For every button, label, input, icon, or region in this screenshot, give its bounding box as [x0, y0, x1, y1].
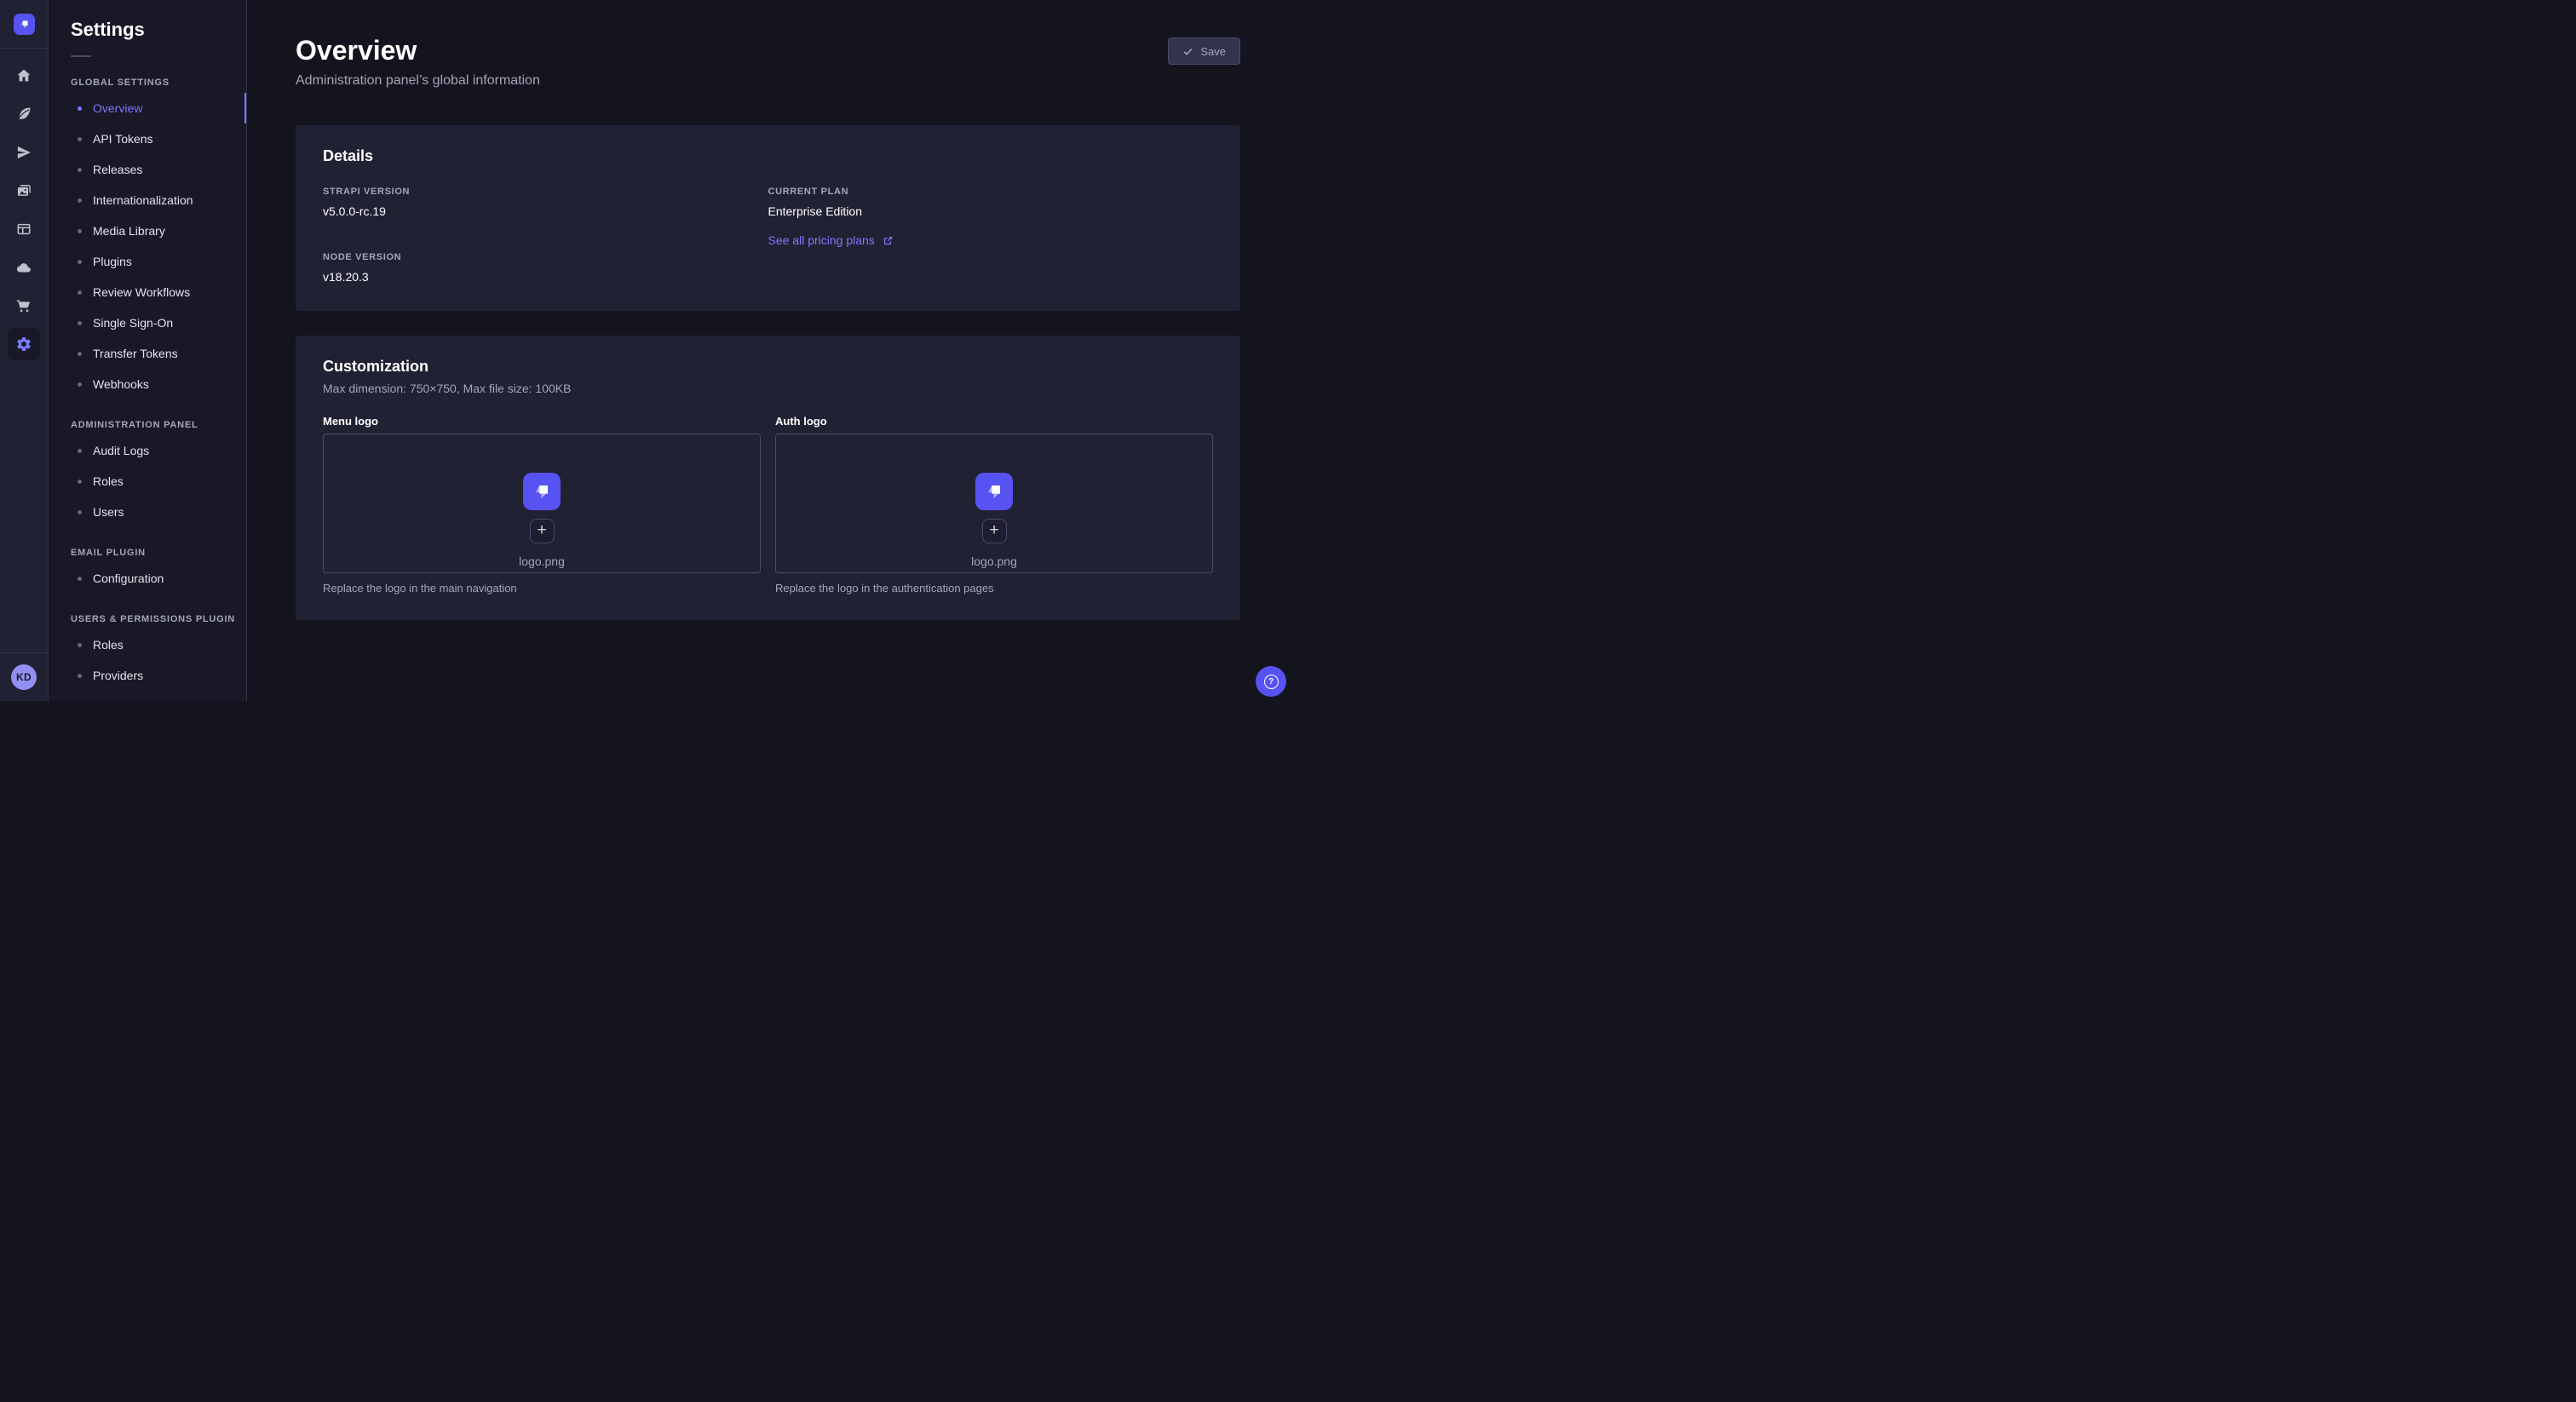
sidebar-item-webhooks[interactable]: Webhooks [49, 369, 246, 399]
sidebar-item-up-roles[interactable]: Roles [49, 629, 246, 660]
bullet-icon [78, 643, 82, 647]
main-content: Overview Administration panel’s global i… [248, 0, 1288, 701]
node-version-label: NODE VERSION [323, 252, 768, 262]
auth-logo-filename: logo.png [971, 554, 1017, 568]
menu-logo-hint: Replace the logo in the main navigation [323, 582, 761, 595]
customization-card-subtitle: Max dimension: 750×750, Max file size: 1… [323, 382, 1213, 395]
node-version-value: v18.20.3 [323, 270, 768, 284]
sidebar-item-plugins[interactable]: Plugins [49, 246, 246, 277]
section-label-users-permissions-plugin: USERS & PERMISSIONS PLUGIN [49, 614, 246, 624]
bullet-icon [78, 577, 82, 581]
bullet-icon [78, 352, 82, 356]
sidebar-item-media-library[interactable]: Media Library [49, 215, 246, 246]
subnav-divider [71, 55, 91, 57]
bullet-icon [78, 382, 82, 387]
gear-icon [8, 328, 40, 360]
layout-icon[interactable] [0, 210, 48, 248]
check-icon [1182, 46, 1193, 57]
sidebar-item-email-configuration[interactable]: Configuration [49, 563, 246, 594]
strapi-logo-icon [983, 480, 1005, 503]
details-card-title: Details [323, 147, 1213, 165]
section-label-email-plugin: EMAIL PLUGIN [49, 548, 246, 558]
auth-logo-preview [975, 473, 1013, 510]
email-plugin-list: Configuration [49, 563, 246, 594]
sidebar-item-up-providers[interactable]: Providers [49, 660, 246, 691]
menu-logo-label: Menu logo [323, 415, 761, 428]
administration-panel-list: Audit Logs Roles Users [49, 435, 246, 527]
strapi-version-field: STRAPI VERSION v5.0.0-rc.19 [323, 187, 768, 218]
bullet-icon [78, 321, 82, 325]
media-library-icon[interactable] [0, 171, 48, 210]
bullet-icon [78, 449, 82, 453]
sidebar-item-audit-logs[interactable]: Audit Logs [49, 435, 246, 466]
page-subtitle: Administration panel’s global informatio… [296, 73, 1240, 89]
add-menu-logo-button[interactable]: + [530, 519, 555, 543]
sidebar-item-internationalization[interactable]: Internationalization [49, 185, 246, 215]
paper-plane-icon[interactable] [0, 133, 48, 171]
page-header: Overview Administration panel’s global i… [296, 34, 1240, 89]
strapi-version-value: v5.0.0-rc.19 [323, 204, 768, 218]
global-settings-list: Overview API Tokens Releases Internation… [49, 93, 246, 399]
sidebar-item-transfer-tokens[interactable]: Transfer Tokens [49, 338, 246, 369]
menu-logo-upload-box[interactable]: + logo.png [323, 434, 761, 573]
sidebar-item-review-workflows[interactable]: Review Workflows [49, 277, 246, 307]
home-icon[interactable] [0, 56, 48, 95]
strapi-logo-icon [531, 480, 553, 503]
current-plan-field: CURRENT PLAN Enterprise Edition [768, 187, 1214, 218]
settings-nav-item[interactable] [0, 325, 48, 363]
workspace-logo-block[interactable] [0, 0, 48, 49]
bullet-icon [78, 168, 82, 172]
strapi-logo-icon [14, 14, 35, 35]
settings-subnav: Settings GLOBAL SETTINGS Overview API To… [49, 0, 247, 701]
sidebar-item-api-tokens[interactable]: API Tokens [49, 124, 246, 154]
bullet-icon [78, 198, 82, 203]
help-button[interactable]: ? [1256, 666, 1286, 697]
customization-card-title: Customization [323, 358, 1213, 376]
avatar[interactable]: KD [11, 664, 37, 690]
details-card: Details STRAPI VERSION v5.0.0-rc.19 NODE… [296, 125, 1240, 311]
bullet-icon [78, 290, 82, 295]
sidebar-item-releases[interactable]: Releases [49, 154, 246, 185]
feather-icon[interactable] [0, 95, 48, 133]
pricing-plans-link[interactable]: See all pricing plans [768, 233, 894, 247]
question-mark-icon: ? [1264, 675, 1279, 689]
page-title: Overview [296, 34, 1240, 66]
current-plan-value: Enterprise Edition [768, 204, 1214, 218]
bullet-icon [78, 510, 82, 514]
subnav-title: Settings [71, 19, 226, 41]
section-label-administration-panel: ADMINISTRATION PANEL [49, 420, 246, 430]
save-button[interactable]: Save [1168, 37, 1240, 65]
sidebar-item-single-sign-on[interactable]: Single Sign-On [49, 307, 246, 338]
bullet-icon [78, 137, 82, 141]
users-permissions-list: Roles Providers [49, 629, 246, 691]
bullet-icon [78, 480, 82, 484]
menu-logo-preview [523, 473, 561, 510]
customization-card: Customization Max dimension: 750×750, Ma… [296, 336, 1240, 620]
main-nav-rail: KD [0, 0, 49, 701]
node-version-field: NODE VERSION v18.20.3 [323, 252, 768, 284]
bullet-icon [78, 260, 82, 264]
cloud-icon[interactable] [0, 248, 48, 286]
auth-logo-label: Auth logo [775, 415, 1213, 428]
strapi-version-label: STRAPI VERSION [323, 187, 768, 197]
cart-icon[interactable] [0, 286, 48, 325]
section-label-global-settings: GLOBAL SETTINGS [49, 78, 246, 88]
current-plan-label: CURRENT PLAN [768, 187, 1214, 197]
auth-logo-hint: Replace the logo in the authentication p… [775, 582, 1213, 595]
auth-logo-upload-box[interactable]: + logo.png [775, 434, 1213, 573]
external-link-icon [883, 235, 894, 246]
sidebar-item-overview[interactable]: Overview [49, 93, 246, 124]
bullet-icon [78, 229, 82, 233]
sidebar-item-admin-roles[interactable]: Roles [49, 466, 246, 497]
bullet-icon [78, 106, 82, 111]
bullet-icon [78, 674, 82, 678]
rail-bottom-block: KD [0, 652, 48, 701]
sidebar-item-admin-users[interactable]: Users [49, 497, 246, 527]
menu-logo-filename: logo.png [519, 554, 565, 568]
add-auth-logo-button[interactable]: + [982, 519, 1007, 543]
